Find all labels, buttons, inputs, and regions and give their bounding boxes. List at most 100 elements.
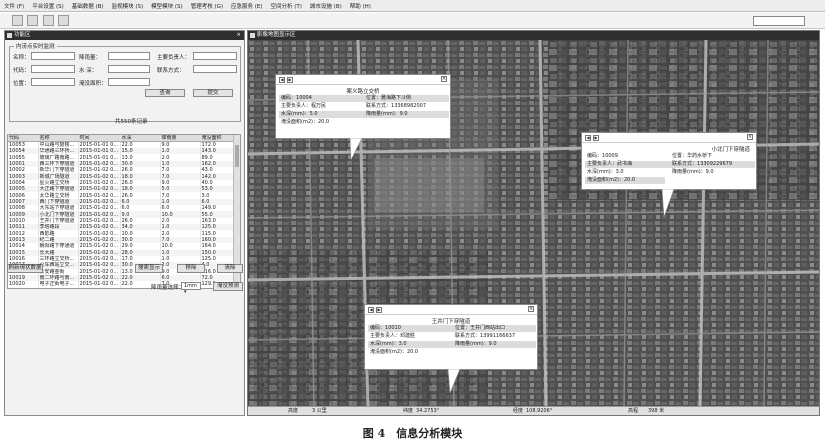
popup-manager-value: 武书海 xyxy=(617,161,633,167)
popup-contact-value: 13368982007 xyxy=(391,103,427,109)
prev-icon[interactable]: ◀ xyxy=(279,77,285,83)
refresh-icon[interactable] xyxy=(27,15,38,26)
menu-base-data[interactable]: 基础数据 (B) xyxy=(72,2,104,10)
popup-area-label: 淹没面积(m2)： xyxy=(370,349,407,355)
table-cell: 朝阳路下穿通道 xyxy=(38,243,79,250)
popup-title: 案义路立交桥 xyxy=(346,89,380,95)
popup-position-label: 位置： xyxy=(672,153,688,159)
submit-button[interactable]: 提交 xyxy=(193,89,233,97)
layers-icon[interactable] xyxy=(58,15,69,26)
popup-area-value: 20.0 xyxy=(406,349,419,355)
menu-platform[interactable]: 平台设置 (S) xyxy=(32,2,64,10)
flood-area-label: 淹没面积： xyxy=(79,81,107,87)
search-display-button[interactable]: 搜索显示 xyxy=(135,264,163,273)
popup-depth-label: 水深(mm)： xyxy=(370,341,399,347)
position-input[interactable] xyxy=(31,78,75,86)
elevation-value: 398 米 xyxy=(648,408,665,414)
figure-caption: 图 4 信息分析模块 xyxy=(362,427,463,440)
rainfall-select[interactable]: 1mm ▾ xyxy=(181,282,201,295)
table-cell: 2015-01-02 0... xyxy=(78,167,121,174)
menu-emergency[interactable]: 应急服务 (E) xyxy=(231,2,263,10)
chevron-down-icon: ▾ xyxy=(184,289,187,295)
popup-manager: 主要负责人：程万民 xyxy=(281,103,326,110)
table-cell: 2015-01-02 0... xyxy=(78,268,121,275)
popup-depth: 水深(mm)：5.0 xyxy=(281,111,318,118)
rainfall-input[interactable] xyxy=(108,52,150,60)
table-cell: 2015-01-02 0... xyxy=(78,211,121,218)
close-icon[interactable]: × xyxy=(747,134,753,140)
menu-file[interactable]: 文件 (F) xyxy=(4,2,24,10)
open-folder-icon[interactable] xyxy=(12,15,23,26)
menu-monitor[interactable]: 监视模块 (S) xyxy=(112,2,144,10)
water-depth-input[interactable] xyxy=(108,65,150,73)
table-cell: 10020 xyxy=(8,281,39,288)
popup-depth-value: 3.0 xyxy=(398,341,407,347)
info-popup: ◀ ▶ × 王井门下穿隧道 编码：10010 位置：王井门西站出口 主要负责人：… xyxy=(364,304,538,370)
menu-help[interactable]: 帮助 (H) xyxy=(350,2,371,10)
function-panel: 功能区 × 内涝点实时监测 名称： 降雨量： 主要负责人： 代码： 水 深： 联… xyxy=(4,30,245,416)
table-cell: 玻璃厂路南路... xyxy=(38,154,79,161)
close-icon[interactable]: × xyxy=(441,76,447,82)
menu-bar: 文件 (F) 平台设置 (S) 基础数据 (B) 监视模块 (S) 模型模块 (… xyxy=(0,0,825,12)
name-input[interactable] xyxy=(31,52,75,60)
popup-manager-label: 主要负责人： xyxy=(587,161,618,167)
query-button[interactable]: 查询 xyxy=(145,89,185,97)
menu-management[interactable]: 管理考核 (G) xyxy=(191,2,223,10)
menu-spatial[interactable]: 空间分析 (T) xyxy=(271,2,302,10)
table-cell: 2015-01-02 0... xyxy=(78,192,121,199)
remove-button[interactable]: 移除 xyxy=(177,264,205,273)
next-icon[interactable]: ▶ xyxy=(287,77,293,83)
popup-position-label: 位置： xyxy=(455,325,471,331)
popup-contact-label: 联系方式： xyxy=(672,161,698,167)
settings-icon[interactable] xyxy=(43,15,54,26)
menu-facilities[interactable]: 城市设施 (B) xyxy=(310,2,342,10)
popup-pointer xyxy=(349,138,363,162)
map-panel-titlebar: 影像地图显示区 xyxy=(248,31,819,40)
latitude-label: 纬度 xyxy=(403,408,414,414)
popup-area: 淹没面积(m2)：20.0 xyxy=(587,177,635,184)
popup-area: 淹没面积(m2)：20.0 xyxy=(370,349,418,356)
toolbar-search-input[interactable] xyxy=(753,16,805,26)
name-label: 名称： xyxy=(13,55,30,61)
close-icon[interactable]: × xyxy=(528,306,534,312)
flood-area-input[interactable] xyxy=(108,78,150,86)
refresh-data-button[interactable]: 刷新現状数据 xyxy=(7,264,43,273)
popup-area-value: 20.0 xyxy=(623,177,636,183)
manager-input[interactable] xyxy=(193,52,237,60)
popup-header: ◀ ▶ × xyxy=(582,133,756,143)
flood-query-legend: 内涝点实时监测 xyxy=(16,44,55,50)
popup-header: ◀ ▶ × xyxy=(365,305,537,315)
table-cell: 2015-01-02 0... xyxy=(78,217,121,225)
satellite-map[interactable]: ◀ ▶ × 案义路立交桥 编码：10004 位置：雅海路下斗侧 主要负责人：程万… xyxy=(248,40,819,408)
contact-input[interactable] xyxy=(193,65,237,73)
scrollbar-thumb[interactable] xyxy=(235,145,239,167)
table-cell: 新华门下穿隧道 xyxy=(38,167,79,174)
popup-contact: 联系方式：13368982007 xyxy=(366,103,426,110)
table-cell: 2015-01-02 0... xyxy=(78,243,121,250)
flood-forecast-button[interactable]: 淹没预测 xyxy=(213,282,243,291)
popup-depth: 水深(mm)：3.0 xyxy=(587,169,624,176)
next-icon[interactable]: ▶ xyxy=(593,135,599,141)
prev-icon[interactable]: ◀ xyxy=(585,135,591,141)
table-cell: 2015-01-02 0... xyxy=(78,249,121,256)
panel-close-icon[interactable]: × xyxy=(236,31,241,40)
prev-icon[interactable]: ◀ xyxy=(368,307,374,313)
table-cell: 2015-01-02 0... xyxy=(78,186,121,193)
table-cell: 2015-01-02 0... xyxy=(78,173,121,180)
table-cell: 2015-01-02 0... xyxy=(78,179,121,187)
toolbar xyxy=(0,13,825,29)
popup-pointer xyxy=(447,369,461,394)
function-panel-titlebar: 功能区 × xyxy=(5,31,244,40)
code-input[interactable] xyxy=(31,65,75,73)
table-cell: 2015-01-01 0... xyxy=(78,148,121,155)
popup-rain-label: 降雨量(mm)： xyxy=(672,169,706,175)
popup-rain: 降雨量(mm)：9.0 xyxy=(672,169,714,176)
clear-button[interactable]: 清除 xyxy=(217,264,243,273)
next-icon[interactable]: ▶ xyxy=(376,307,382,313)
scale-label: 高度 xyxy=(288,408,299,414)
contact-label: 联系方式： xyxy=(157,68,185,74)
info-popup: ◀ ▶ × 小北门下穿隧道 编码：10009 位置：华药水桥下 主要负责人：武书… xyxy=(581,132,757,190)
popup-contact-value: 13991166637 xyxy=(480,333,516,339)
popup-contact: 联系方式：13991166637 xyxy=(455,333,515,340)
menu-model[interactable]: 模型模块 (S) xyxy=(151,2,183,10)
